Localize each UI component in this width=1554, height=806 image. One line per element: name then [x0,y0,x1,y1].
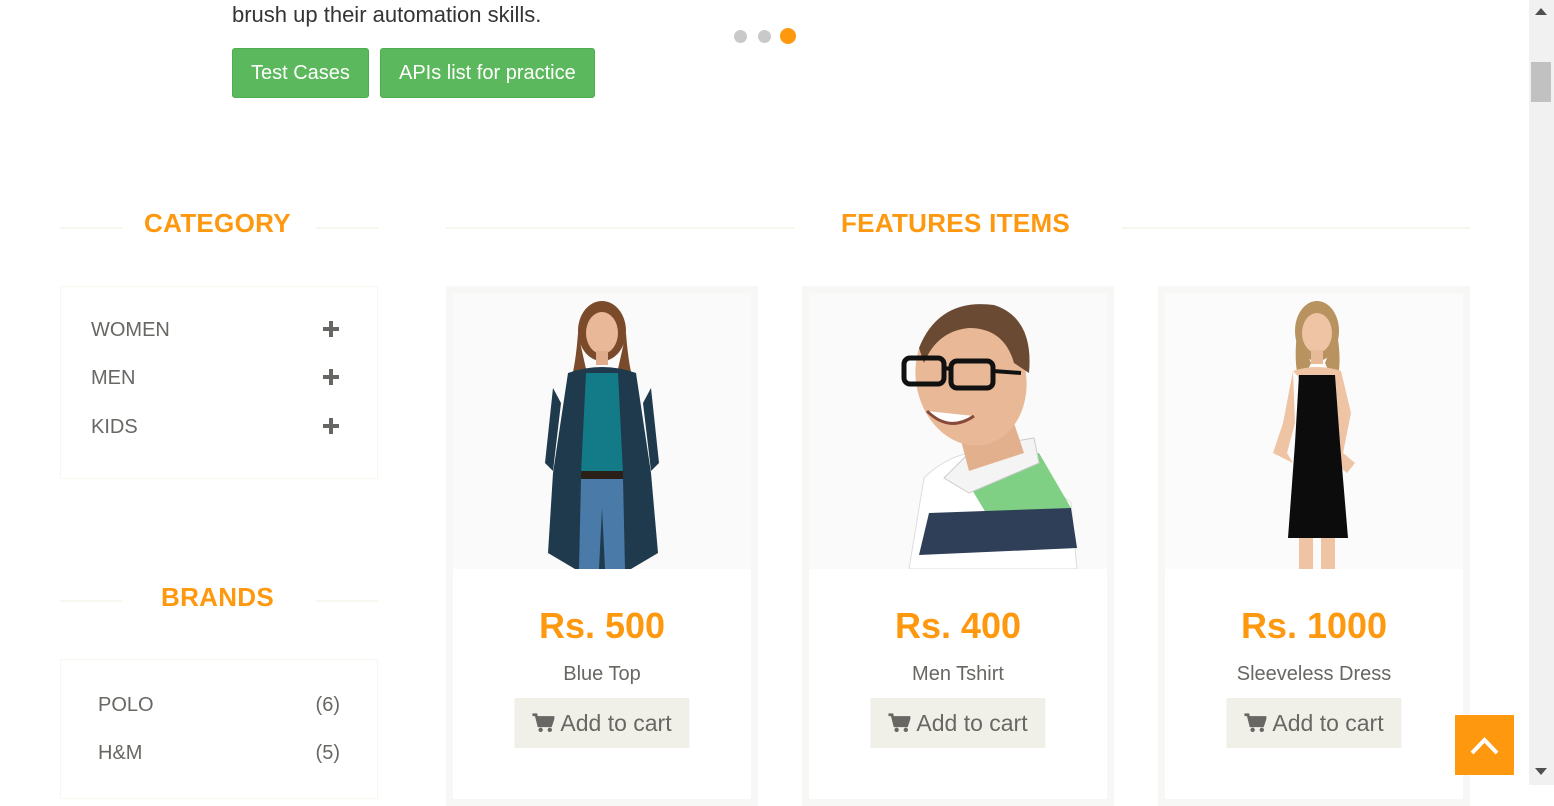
category-panel: Women Men Kids [60,286,378,479]
category-label-women: Women [91,319,170,341]
add-to-cart-button[interactable]: Add to cart [870,698,1046,748]
product-image-sleeveless-dress [1165,293,1463,569]
product-name: Blue Top [563,663,641,685]
shopping-cart-icon [1244,713,1267,733]
product-name: Sleeveless Dress [1236,663,1392,685]
plus-icon[interactable] [323,418,339,434]
product-name: Men Tshirt [912,663,1004,685]
product-card-blue-top: Rs. 500 Blue Top Add to cart [446,286,758,806]
product-price: Rs. 1000 [1240,605,1388,646]
features-title-line-left [446,227,794,229]
product-image-blue-top [453,293,751,569]
chevron-up-icon [1470,737,1499,755]
slider-dot-1[interactable] [734,30,747,43]
add-to-cart-button[interactable]: Add to cart [514,698,690,748]
brands-title-line-right [316,600,378,602]
category-men[interactable]: Men [91,367,339,397]
brand-polo[interactable]: POLO (6) [98,694,340,724]
product-image-men-tshirt [809,293,1107,569]
category-kids[interactable]: Kids [91,416,339,446]
brand-count: (5) [315,742,340,764]
slider-dot-2[interactable] [758,30,771,43]
category-label-kids: Kids [91,416,138,438]
brand-name: POLO [98,694,154,716]
category-title-line-right [316,227,378,229]
product-price: Rs. 500 [538,605,666,646]
product-card-men-tshirt: Rs. 400 Men Tshirt Add to cart [802,286,1114,806]
plus-icon[interactable] [323,369,339,385]
brand-name: H&M [98,742,143,764]
page-scrollbar[interactable] [1529,0,1554,785]
add-to-cart-button[interactable]: Add to cart [1226,698,1402,748]
apis-list-button[interactable]: APIs list for practice [380,48,595,98]
add-to-cart-label: Add to cart [916,710,1028,736]
slider-description: brush up their automation skills. [232,2,542,27]
brand-count: (6) [315,694,340,716]
features-title-line-right [1122,227,1470,229]
product-price: Rs. 400 [894,605,1022,646]
scroll-up-button[interactable] [1455,715,1514,775]
test-cases-button[interactable]: Test Cases [232,48,369,98]
category-title: Category [144,208,291,238]
scrollbar-thumb[interactable] [1531,62,1551,102]
scroll-up-arrow-icon[interactable] [1535,8,1547,15]
slider-dot-3-active[interactable] [780,28,796,44]
category-label-men: Men [91,367,136,389]
plus-icon[interactable] [323,321,339,337]
shopping-cart-icon [532,713,555,733]
add-to-cart-label: Add to cart [1272,710,1384,736]
brands-title-line-left [60,600,122,602]
category-women[interactable]: Women [91,319,339,349]
features-title: Features Items [841,208,1071,238]
scroll-down-arrow-icon[interactable] [1535,768,1547,775]
product-card-sleeveless-dress: Rs. 1000 Sleeveless Dress Add to cart [1158,286,1470,806]
brands-panel: POLO (6) H&M (5) [60,659,378,799]
brands-title: Brands [161,582,275,612]
brand-hm[interactable]: H&M (5) [98,742,340,772]
add-to-cart-label: Add to cart [560,710,672,736]
shopping-cart-icon [888,713,911,733]
category-title-line-left [60,227,122,229]
